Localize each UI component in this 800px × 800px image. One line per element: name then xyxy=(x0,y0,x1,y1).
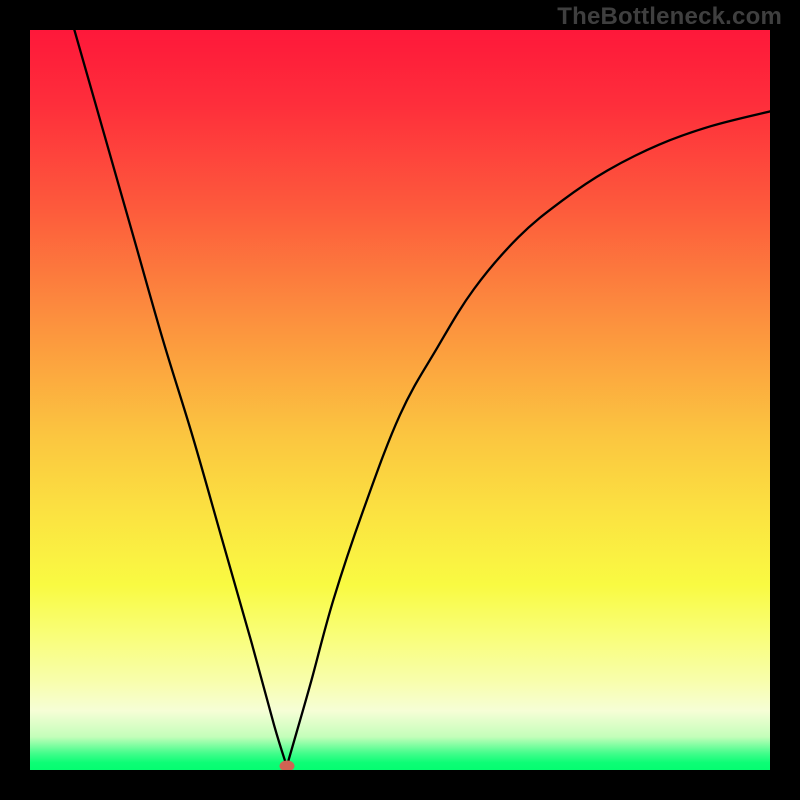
bottleneck-curve xyxy=(74,30,770,766)
curve-layer xyxy=(30,30,770,770)
optimum-marker xyxy=(279,761,294,770)
watermark-text: TheBottleneck.com xyxy=(557,3,782,31)
chart-frame: TheBottleneck.com xyxy=(0,0,800,800)
plot-area xyxy=(30,30,770,770)
